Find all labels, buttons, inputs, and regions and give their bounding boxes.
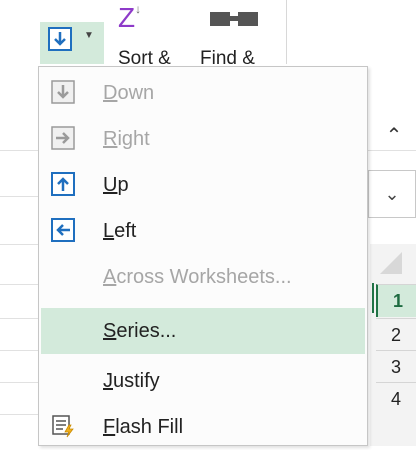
gridline [0, 150, 40, 151]
gridline [0, 196, 40, 197]
gridline [0, 318, 40, 319]
menu-item-label: Right [103, 128, 150, 150]
select-all-corner[interactable] [380, 252, 402, 274]
fill-left-icon [51, 218, 75, 242]
collapse-ribbon-chevron-icon[interactable]: ⌃ [372, 120, 416, 152]
menu-item-label: Up [103, 174, 129, 196]
find-icon [210, 12, 258, 26]
menu-item-right[interactable]: Right [41, 116, 365, 162]
gridline [0, 244, 40, 245]
menu-item-up[interactable]: Up [41, 162, 365, 208]
menu-item-label: Down [103, 82, 155, 104]
row-header-4[interactable]: 4 [376, 382, 416, 415]
row-header-2[interactable]: 2 [376, 318, 416, 351]
gridline [0, 414, 40, 415]
gridline [0, 284, 40, 285]
gridline [0, 382, 40, 383]
fill-dropdown-menu: Down Right Up Left Across Worksheets... … [38, 66, 368, 446]
gridline [0, 350, 40, 351]
fill-down-icon [48, 27, 72, 51]
menu-item-down[interactable]: Down [41, 70, 365, 116]
row-header-3[interactable]: 3 [376, 350, 416, 383]
row-header-1[interactable]: 1 [376, 284, 416, 317]
sort-icon: Z↓ [118, 2, 142, 33]
menu-item-across-worksheets[interactable]: Across Worksheets... [41, 254, 365, 300]
fill-up-icon [51, 172, 75, 196]
ribbon: ▼ Z↓ Sort & Find & [0, 0, 416, 69]
menu-item-label: Across Worksheets... [103, 266, 292, 288]
menu-item-justify[interactable]: Justify [41, 358, 365, 404]
ribbon-separator [286, 0, 287, 64]
menu-item-label: Left [103, 220, 137, 242]
menu-item-left[interactable]: Left [41, 208, 365, 254]
menu-item-series[interactable]: Series... [41, 308, 365, 354]
menu-item-label: Justify [103, 370, 160, 392]
formula-expand-chevron-icon[interactable]: ⌄ [368, 170, 416, 218]
fill-right-icon [51, 126, 75, 150]
menu-item-label: Series... [103, 320, 177, 342]
fill-down-icon [51, 80, 75, 104]
menu-item-flash-fill[interactable]: Flash Fill [41, 404, 365, 450]
dropdown-arrow-icon[interactable]: ▼ [84, 30, 94, 41]
flash-fill-icon [52, 415, 74, 438]
menu-item-label: Flash Fill [103, 416, 184, 438]
